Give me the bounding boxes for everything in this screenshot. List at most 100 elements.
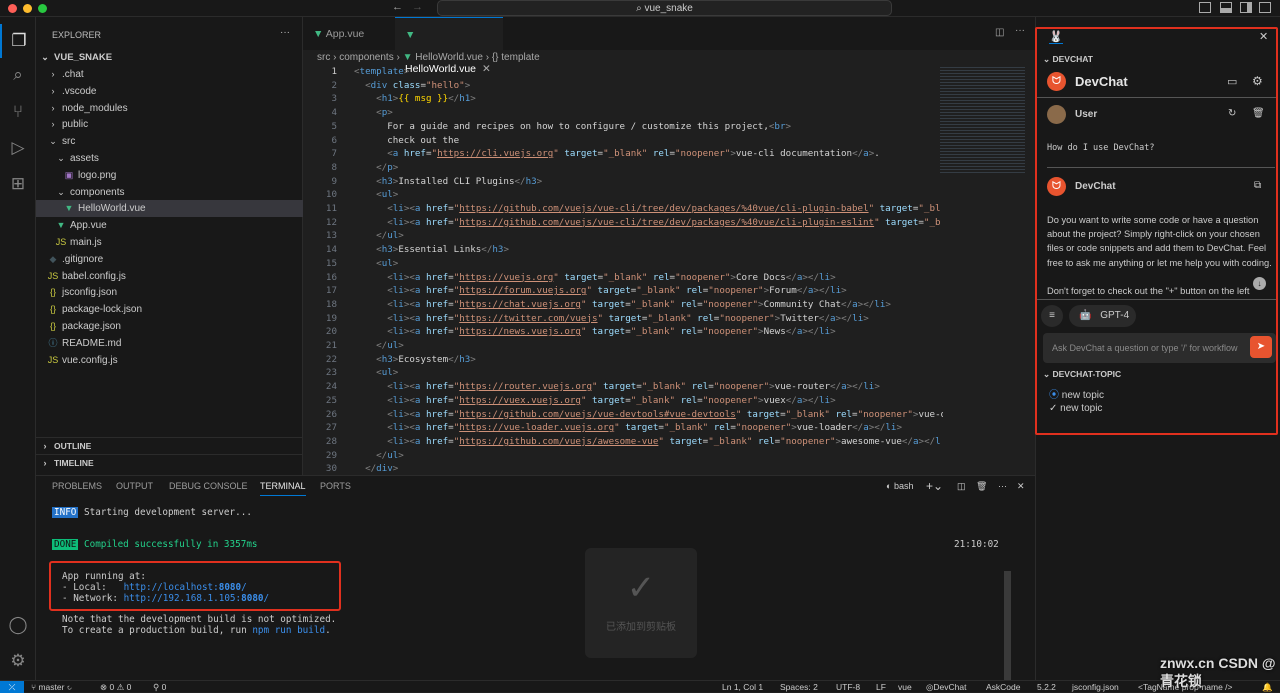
code-line[interactable]: 30 </div> (303, 462, 943, 475)
tab-ports[interactable]: PORTS (320, 476, 351, 496)
code-line[interactable]: 23 <ul> (303, 366, 943, 380)
topic-item[interactable]: ⦿ new topic (1049, 386, 1104, 401)
code-line[interactable]: 17 <li><a href="https://forum.vuejs.org"… (303, 284, 943, 298)
new-terminal-icon[interactable]: +⌄ (926, 476, 943, 496)
code-line[interactable]: 19 <li><a href="https://twitter.com/vuej… (303, 312, 943, 326)
more-actions-icon[interactable]: ··· (1015, 25, 1025, 36)
explorer-icon[interactable]: ❐ (0, 24, 36, 58)
settings-gear-icon[interactable]: ⚙ (1252, 74, 1263, 88)
breadcrumb-item[interactable]: components (339, 52, 393, 63)
code-line[interactable]: 2 <div class="hello"> (303, 79, 943, 93)
command-center-search[interactable]: ⌕ vue_snake (437, 0, 892, 16)
send-button[interactable]: ➤ (1250, 336, 1272, 358)
tab-output[interactable]: OUTPUT (116, 476, 153, 496)
close-panel-icon[interactable]: ✕ (1017, 476, 1025, 496)
tree-item[interactable]: ◆ .gitignore (36, 251, 303, 268)
code-line[interactable]: 11 <li><a href="https://github.com/vuejs… (303, 202, 943, 216)
toggle-secondary-sidebar-icon[interactable] (1240, 2, 1252, 13)
code-line[interactable]: 16 <li><a href="https://vuejs.org" targe… (303, 271, 943, 285)
more-actions-icon[interactable]: ··· (998, 476, 1007, 496)
code-line[interactable]: 28 <li><a href="https://github.com/vuejs… (303, 435, 943, 449)
split-terminal-icon[interactable]: ◫ (957, 476, 966, 496)
config-status[interactable]: jsconfig.json (1072, 681, 1119, 693)
scroll-down-icon[interactable]: ↓ (1253, 277, 1266, 290)
timeline-section[interactable]: › TIMELINE (36, 454, 303, 471)
chat-input[interactable]: Ask DevChat a question or type '/' for w… (1043, 333, 1276, 363)
toggle-panel-icon[interactable] (1220, 2, 1232, 13)
customize-layout-icon[interactable] (1259, 2, 1271, 13)
code-line[interactable]: 14 <h3>Essential Links</h3> (303, 243, 943, 257)
devchat-section-header[interactable]: ⌄ DEVCHAT (1043, 54, 1093, 65)
breadcrumb-item[interactable]: src (317, 52, 330, 63)
devchat-view-icon[interactable]: 🐰 (1049, 30, 1063, 44)
askcode-status[interactable]: AskCode (986, 681, 1021, 693)
settings-gear-icon[interactable]: ⚙ (0, 644, 36, 678)
tree-item[interactable]: ▼ App.vue (36, 217, 303, 234)
maximize-window-button[interactable] (38, 4, 47, 13)
code-line[interactable]: 9 <h3>Installed CLI Plugins</h3> (303, 175, 943, 189)
kill-terminal-icon[interactable]: 🗑 (976, 476, 987, 496)
outline-section[interactable]: › OUTLINE (36, 437, 303, 454)
ports-indicator[interactable]: ⚲ 0 (153, 681, 166, 693)
tree-item[interactable]: › .chat (36, 66, 303, 83)
workspace-root[interactable]: ⌄ VUE_SNAKE (36, 49, 303, 66)
code-line[interactable]: 26 <li><a href="https://github.com/vuejs… (303, 408, 943, 422)
tree-item[interactable]: ⌄ components (36, 184, 303, 201)
terminal-shell-selector[interactable]: ◐ bash (886, 476, 913, 496)
code-line[interactable]: 24 <li><a href="https://router.vuejs.org… (303, 380, 943, 394)
tree-item[interactable]: {} jsconfig.json (36, 284, 303, 301)
code-line[interactable]: 13 </ul> (303, 229, 943, 243)
regenerate-icon[interactable]: ↻ (1228, 108, 1236, 119)
code-line[interactable]: 10 <ul> (303, 188, 943, 202)
code-line[interactable]: 25 <li><a href="https://vuex.vuejs.org" … (303, 394, 943, 408)
tree-item[interactable]: › node_modules (36, 100, 303, 117)
code-line[interactable]: 8 </p> (303, 161, 943, 175)
code-line[interactable]: 1 <template> (303, 65, 943, 79)
copy-icon[interactable]: ⧉ (1254, 180, 1261, 191)
delete-icon[interactable]: 🗑 (1252, 108, 1265, 119)
problems-indicator[interactable]: ⊗ 0 ⚠ 0 (100, 681, 131, 693)
extensions-icon[interactable]: ⊞ (0, 167, 36, 201)
end-of-line[interactable]: LF (876, 681, 886, 693)
tree-item[interactable]: ▼ HelloWorld.vue (36, 200, 303, 218)
toggle-sidebar-icon[interactable] (1199, 2, 1211, 13)
code-line[interactable]: 18 <li><a href="https://chat.vuejs.org" … (303, 298, 943, 312)
wallet-icon[interactable]: ▭ (1227, 75, 1237, 88)
encoding[interactable]: UTF-8 (836, 681, 860, 693)
tree-item[interactable]: ⓘ README.md (36, 335, 303, 352)
tab-debug-console[interactable]: DEBUG CONSOLE (169, 476, 248, 496)
tree-item[interactable]: ⌄ assets (36, 150, 303, 167)
version-status[interactable]: 5.2.2 (1037, 681, 1056, 693)
code-line[interactable]: 6 check out the (303, 134, 943, 148)
split-editor-icon[interactable]: ◫ (995, 27, 1004, 38)
account-icon[interactable]: ◯ (0, 608, 36, 642)
tree-item[interactable]: › .vscode (36, 83, 303, 100)
model-selector[interactable]: 🤖 GPT-4 (1069, 305, 1136, 327)
devchat-topic-section[interactable]: ⌄ DEVCHAT-TOPIC (1043, 369, 1121, 380)
indentation[interactable]: Spaces: 2 (780, 681, 818, 693)
code-line[interactable]: 7 <a href="https://cli.vuejs.org" target… (303, 147, 943, 161)
code-line[interactable]: 3 <h1>{{ msg }}</h1> (303, 92, 943, 106)
tree-item[interactable]: JS vue.config.js (36, 352, 303, 369)
close-icon[interactable]: ✕ (1259, 30, 1268, 43)
tree-item[interactable]: JS main.js (36, 234, 303, 251)
branch-indicator[interactable]: ⑂ master ↻ (31, 681, 72, 693)
back-arrow-icon[interactable]: ← (392, 1, 403, 13)
add-context-button[interactable]: ≡ (1041, 305, 1063, 327)
code-line[interactable]: 4 <p> (303, 106, 943, 120)
tree-item[interactable]: JS babel.config.js (36, 268, 303, 285)
code-line[interactable]: 27 <li><a href="https://vue-loader.vuejs… (303, 421, 943, 435)
code-line[interactable]: 15 <ul> (303, 257, 943, 271)
close-window-button[interactable] (8, 4, 17, 13)
search-icon[interactable]: ⌕ (0, 58, 36, 92)
remote-indicator[interactable]: ⤫ (0, 681, 24, 693)
code-line[interactable]: 5 For a guide and recipes on how to conf… (303, 120, 943, 134)
breadcrumb-item[interactable]: {} template (492, 52, 540, 63)
source-control-icon[interactable]: ⑂ (0, 95, 36, 129)
terminal-scrollbar[interactable] (1004, 571, 1011, 681)
more-actions-icon[interactable]: ··· (280, 27, 290, 38)
minimap[interactable] (940, 65, 1025, 175)
tree-item[interactable]: › public (36, 116, 303, 133)
minimize-window-button[interactable] (23, 4, 32, 13)
tree-item[interactable]: ▣ logo.png (36, 167, 303, 184)
